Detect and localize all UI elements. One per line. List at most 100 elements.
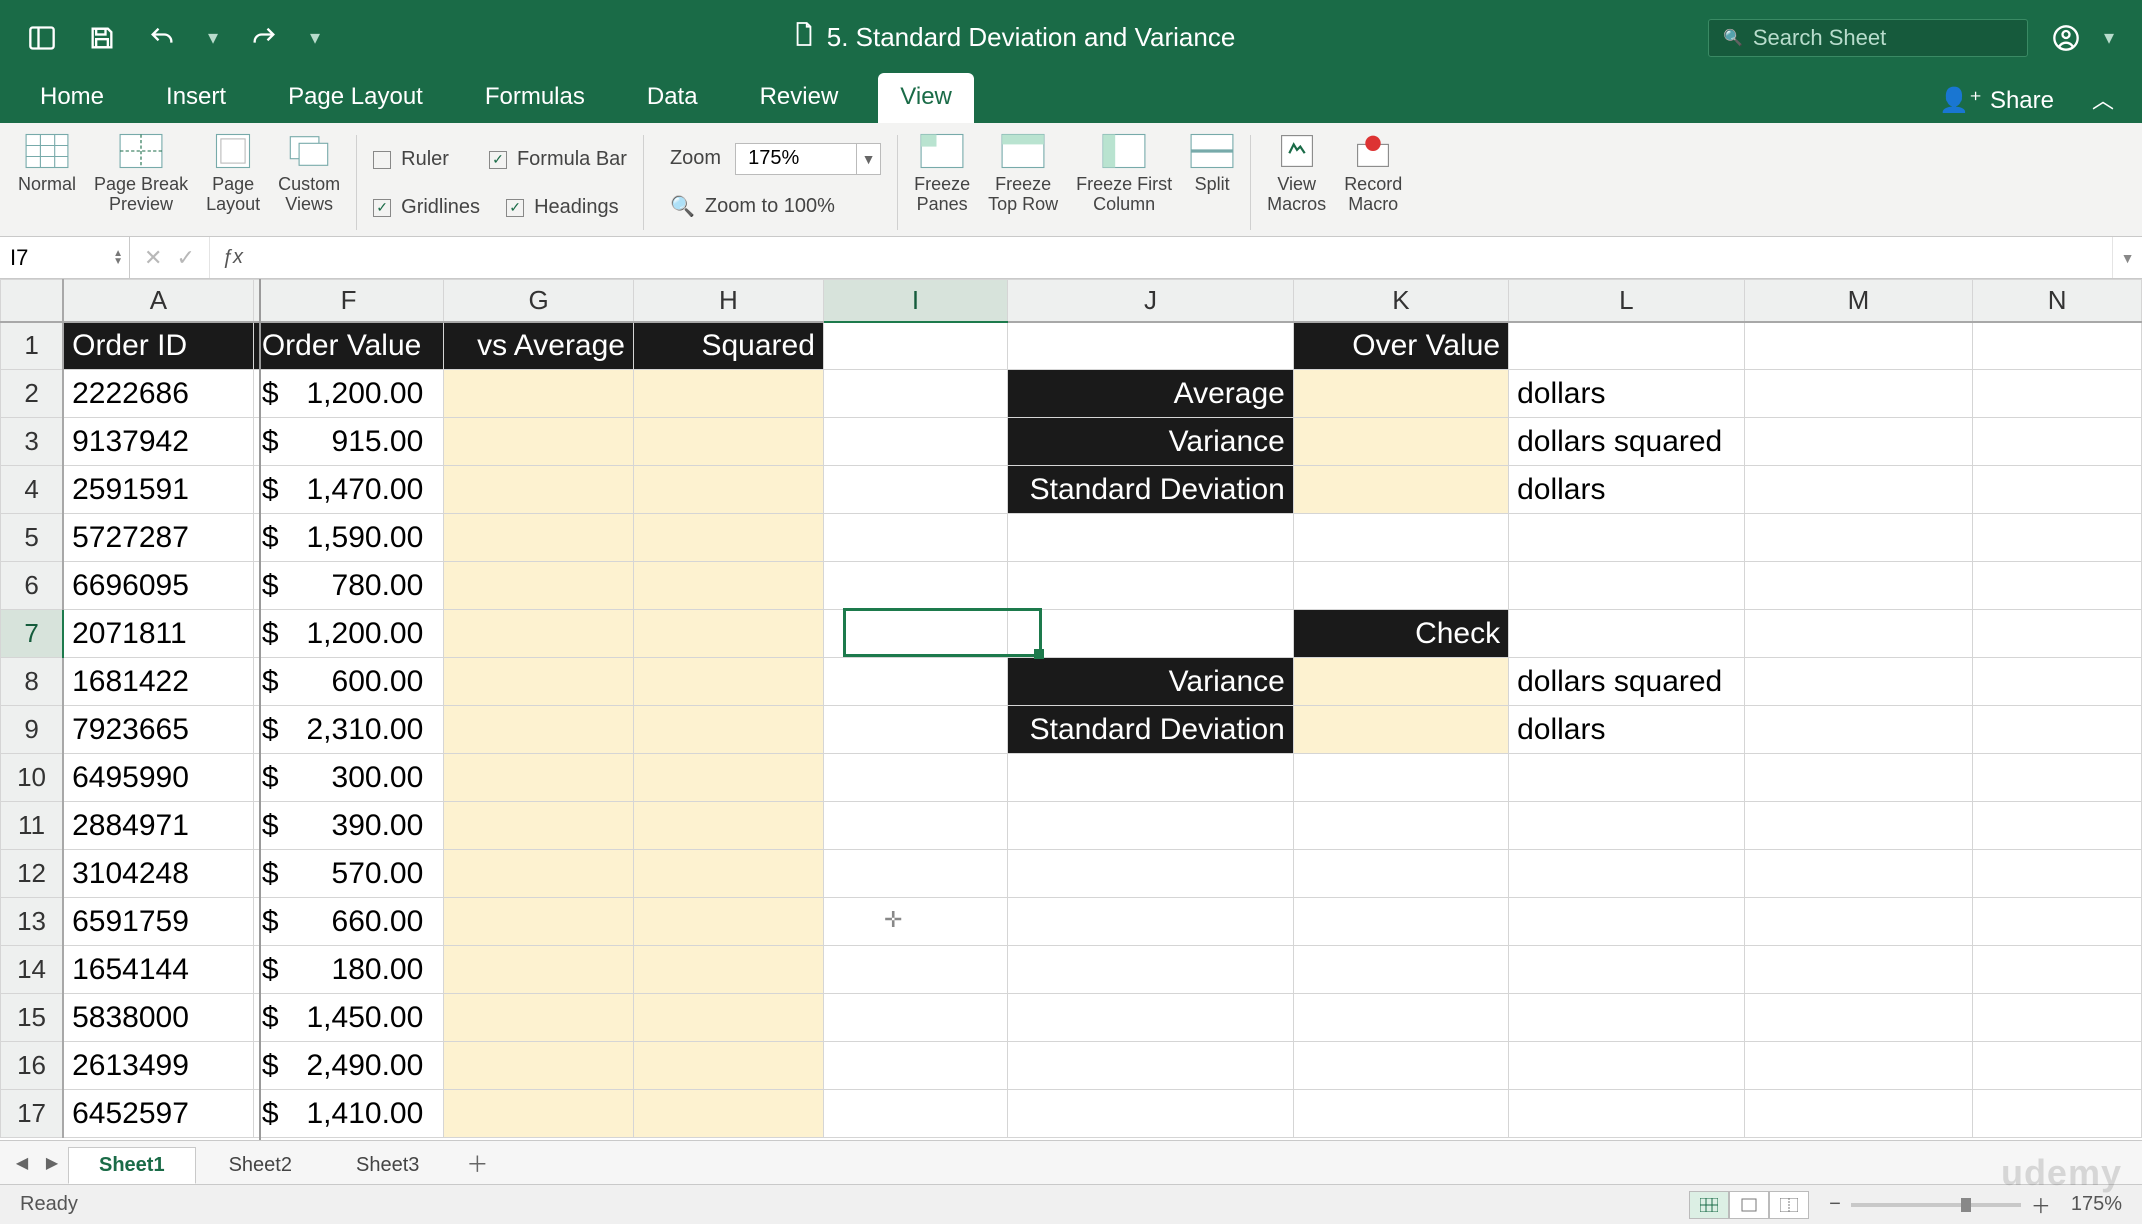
cell-N5[interactable] xyxy=(1973,514,2142,562)
cell-L13[interactable] xyxy=(1509,898,1745,946)
cell-I3[interactable] xyxy=(823,418,1007,466)
cell-I7[interactable] xyxy=(823,610,1007,658)
cell-H14[interactable] xyxy=(634,946,824,994)
cell-K7[interactable]: Check xyxy=(1293,610,1508,658)
cell-L7[interactable] xyxy=(1509,610,1745,658)
cell-L8[interactable]: dollars squared xyxy=(1509,658,1745,706)
cell-I6[interactable] xyxy=(823,562,1007,610)
cell-G6[interactable] xyxy=(444,562,634,610)
cell-K13[interactable] xyxy=(1293,898,1508,946)
cell-F15[interactable]: $1,450.00 xyxy=(253,994,443,1042)
col-header-L[interactable]: L xyxy=(1509,280,1745,322)
cell-M10[interactable] xyxy=(1744,754,1973,802)
row-header-1[interactable]: 1 xyxy=(1,322,64,370)
cell-L14[interactable] xyxy=(1509,946,1745,994)
cell-F12[interactable]: $570.00 xyxy=(253,850,443,898)
cell-A11[interactable]: 2884971 xyxy=(63,802,253,850)
cell-M14[interactable] xyxy=(1744,946,1973,994)
cell-G15[interactable] xyxy=(444,994,634,1042)
cell-F14[interactable]: $180.00 xyxy=(253,946,443,994)
cell-L5[interactable] xyxy=(1509,514,1745,562)
accept-formula-icon[interactable]: ✓ xyxy=(176,245,194,271)
freeze-panes-button[interactable]: Freeze Panes xyxy=(914,133,970,215)
cell-F11[interactable]: $390.00 xyxy=(253,802,443,850)
search-box[interactable]: 🔍 xyxy=(1708,19,2028,57)
cell-I5[interactable] xyxy=(823,514,1007,562)
cell-J3[interactable]: Variance xyxy=(1008,418,1294,466)
cell-K2[interactable] xyxy=(1293,370,1508,418)
cell-F6[interactable]: $780.00 xyxy=(253,562,443,610)
cell-A12[interactable]: 3104248 xyxy=(63,850,253,898)
cell-A13[interactable]: 6591759 xyxy=(63,898,253,946)
cell-N4[interactable] xyxy=(1973,466,2142,514)
cell-I1[interactable] xyxy=(823,322,1007,370)
page-layout-button[interactable]: Page Layout xyxy=(206,133,260,215)
cell-M17[interactable] xyxy=(1744,1090,1973,1138)
cell-F4[interactable]: $1,470.00 xyxy=(253,466,443,514)
freeze-first-col-button[interactable]: Freeze First Column xyxy=(1076,133,1172,215)
collapse-ribbon-icon[interactable]: ︿ xyxy=(2082,75,2124,123)
cell-H1[interactable]: Squared xyxy=(634,322,824,370)
cell-F7[interactable]: $1,200.00 xyxy=(253,610,443,658)
cell-M8[interactable] xyxy=(1744,658,1973,706)
cell-I10[interactable] xyxy=(823,754,1007,802)
tab-formulas[interactable]: Formulas xyxy=(463,73,607,123)
cell-A6[interactable]: 6696095 xyxy=(63,562,253,610)
row-header-10[interactable]: 10 xyxy=(1,754,64,802)
cell-K11[interactable] xyxy=(1293,802,1508,850)
cell-H12[interactable] xyxy=(634,850,824,898)
cell-J15[interactable] xyxy=(1008,994,1294,1042)
cell-L4[interactable]: dollars xyxy=(1509,466,1745,514)
cell-H16[interactable] xyxy=(634,1042,824,1090)
cell-M16[interactable] xyxy=(1744,1042,1973,1090)
cell-A9[interactable]: 7923665 xyxy=(63,706,253,754)
row-header-6[interactable]: 6 xyxy=(1,562,64,610)
cell-M1[interactable] xyxy=(1744,322,1973,370)
cell-H6[interactable] xyxy=(634,562,824,610)
cell-I16[interactable] xyxy=(823,1042,1007,1090)
cell-G10[interactable] xyxy=(444,754,634,802)
cell-J7[interactable] xyxy=(1008,610,1294,658)
cell-K6[interactable] xyxy=(1293,562,1508,610)
cell-F17[interactable]: $1,410.00 xyxy=(253,1090,443,1138)
cell-F1[interactable]: Order Value xyxy=(253,322,443,370)
cell-M13[interactable] xyxy=(1744,898,1973,946)
cell-I12[interactable] xyxy=(823,850,1007,898)
cell-F8[interactable]: $600.00 xyxy=(253,658,443,706)
col-header-J[interactable]: J xyxy=(1008,280,1294,322)
col-header-A[interactable]: A xyxy=(63,280,253,322)
cell-A2[interactable]: 2222686 xyxy=(63,370,253,418)
cell-K15[interactable] xyxy=(1293,994,1508,1042)
cell-H9[interactable] xyxy=(634,706,824,754)
cell-M7[interactable] xyxy=(1744,610,1973,658)
cell-N17[interactable] xyxy=(1973,1090,2142,1138)
row-header-14[interactable]: 14 xyxy=(1,946,64,994)
cell-N2[interactable] xyxy=(1973,370,2142,418)
cell-I14[interactable] xyxy=(823,946,1007,994)
cell-F3[interactable]: $915.00 xyxy=(253,418,443,466)
cell-I17[interactable] xyxy=(823,1090,1007,1138)
cell-H7[interactable] xyxy=(634,610,824,658)
zoom-out-icon[interactable]: − xyxy=(1829,1193,1841,1216)
col-header-I[interactable]: I xyxy=(823,280,1007,322)
cell-N15[interactable] xyxy=(1973,994,2142,1042)
cell-N8[interactable] xyxy=(1973,658,2142,706)
cell-H15[interactable] xyxy=(634,994,824,1042)
cell-G12[interactable] xyxy=(444,850,634,898)
tab-insert[interactable]: Insert xyxy=(144,73,248,123)
cell-H5[interactable] xyxy=(634,514,824,562)
zoom-percent[interactable]: 175% xyxy=(2071,1193,2122,1216)
save-icon[interactable] xyxy=(88,24,116,52)
cell-F5[interactable]: $1,590.00 xyxy=(253,514,443,562)
tab-data[interactable]: Data xyxy=(625,73,720,123)
cell-A14[interactable]: 1654144 xyxy=(63,946,253,994)
col-header-M[interactable]: M xyxy=(1744,280,1973,322)
status-page-break-view-icon[interactable] xyxy=(1769,1191,1809,1219)
redo-icon[interactable] xyxy=(250,24,278,52)
cell-I4[interactable] xyxy=(823,466,1007,514)
cell-M2[interactable] xyxy=(1744,370,1973,418)
cell-J17[interactable] xyxy=(1008,1090,1294,1138)
custom-views-button[interactable]: Custom Views xyxy=(278,133,340,215)
cell-N11[interactable] xyxy=(1973,802,2142,850)
cell-N7[interactable] xyxy=(1973,610,2142,658)
